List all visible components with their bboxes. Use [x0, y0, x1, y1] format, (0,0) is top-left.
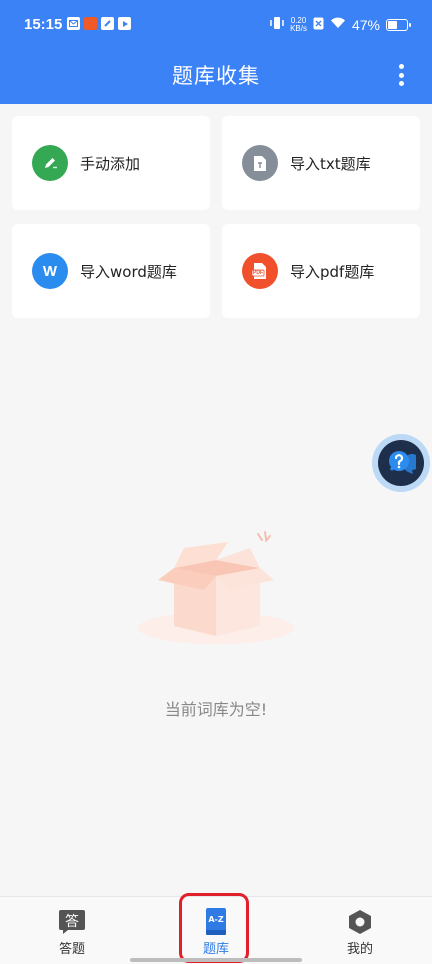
pencil-icon	[32, 145, 68, 181]
network-speed: 0.20 KB/s	[290, 17, 307, 33]
answer-icon: 答	[57, 909, 87, 935]
network-speed-unit: KB/s	[290, 24, 307, 33]
text-file-icon	[242, 145, 278, 181]
pdf-icon-text: PDF	[253, 270, 263, 276]
import-pdf-label: 导入pdf题库	[290, 262, 375, 281]
title-bar: 题库收集	[0, 50, 432, 98]
page-title: 题库收集	[172, 64, 260, 88]
manual-add-card[interactable]: 手动添加	[12, 116, 210, 210]
import-txt-card[interactable]: 导入txt题库	[222, 116, 420, 210]
manual-add-label: 手动添加	[80, 154, 141, 173]
empty-state-message: 当前词库为空!	[164, 700, 268, 719]
status-bar: 15:15 0.20 KB/s 47%	[0, 0, 432, 50]
app-header: 15:15 0.20 KB/s 47% 题库收集	[0, 0, 432, 104]
home-indicator	[130, 958, 302, 962]
battery-percent: 47%	[351, 17, 380, 33]
word-icon: W	[32, 253, 68, 289]
import-txt-label: 导入txt题库	[290, 154, 371, 173]
tab-mine[interactable]: 我的	[288, 897, 432, 964]
help-question-icon	[378, 440, 424, 486]
notification-icons	[67, 17, 131, 30]
vibrate-icon	[270, 16, 284, 34]
status-time: 15:15	[24, 16, 63, 33]
tab-answer-label: 答题	[58, 942, 85, 957]
wifi-icon	[330, 17, 346, 33]
import-word-card[interactable]: W 导入word题库	[12, 224, 210, 318]
nfc-icon	[313, 17, 324, 34]
link-notification-icon	[101, 17, 114, 30]
empty-box-illustration	[136, 528, 296, 648]
import-word-label: 导入word题库	[80, 262, 177, 281]
highlight-box	[179, 893, 249, 963]
battery-icon	[386, 19, 411, 31]
status-indicators: 0.20 KB/s 47%	[270, 16, 411, 34]
pdf-icon: PDF	[242, 253, 278, 289]
play-notification-icon	[118, 17, 131, 30]
word-icon-letter: W	[42, 262, 58, 280]
tab-mine-label: 我的	[346, 942, 373, 957]
import-pdf-card[interactable]: PDF 导入pdf题库	[222, 224, 420, 318]
answer-icon-text: 答	[65, 913, 79, 930]
help-chat-button[interactable]	[372, 434, 430, 492]
hexagon-icon	[347, 909, 373, 935]
app-notification-icon	[84, 17, 97, 30]
tab-answer[interactable]: 答 答题	[0, 897, 144, 964]
mail-notification-icon	[67, 17, 80, 30]
more-options-icon[interactable]	[392, 62, 410, 88]
